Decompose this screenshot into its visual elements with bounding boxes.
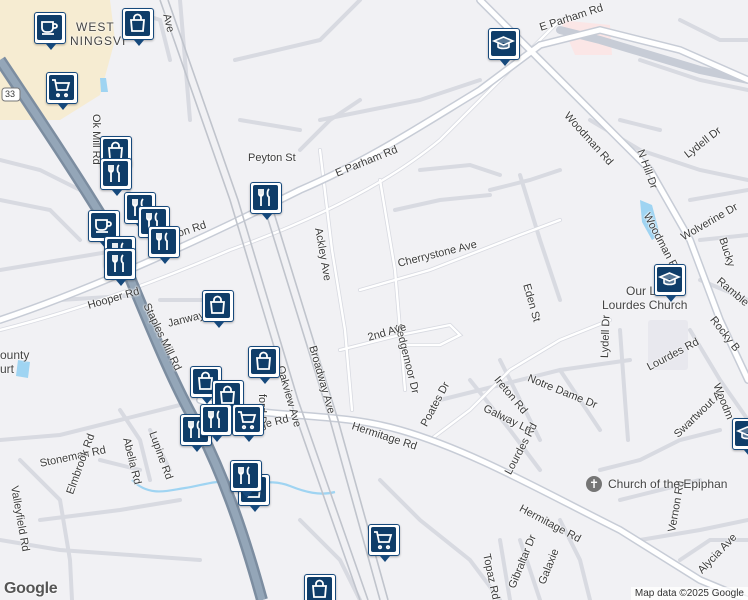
pond-tiny xyxy=(100,78,108,92)
pin-cart-top[interactable] xyxy=(46,72,78,110)
place-label-church-epiphany: Church of the Epiphan xyxy=(608,477,728,491)
pin-cart-bottom[interactable] xyxy=(368,524,400,562)
pin-school-top[interactable] xyxy=(488,28,520,66)
place-label-henrico: NINGSVI xyxy=(70,34,127,48)
map-attribution[interactable]: Map data ©2025 Google xyxy=(630,587,748,600)
pin-coffee-top[interactable] xyxy=(34,12,66,50)
map-canvas[interactable]: E Parham Rd E Parham Rd Woodman Rd Woodm… xyxy=(0,0,748,600)
pin-school-right[interactable] xyxy=(654,264,686,302)
pin-restaurant-4[interactable] xyxy=(148,226,180,264)
pin-school-edge[interactable] xyxy=(732,418,748,456)
pin-restaurant-7[interactable] xyxy=(250,182,282,220)
church-icon: ✝ xyxy=(586,476,602,492)
pin-restaurant-6[interactable] xyxy=(104,248,136,286)
road-label-lydell-dr-right: Lydell Dr xyxy=(599,314,613,359)
pin-shopping-janway[interactable] xyxy=(202,290,234,328)
route-33-shield-label: 33 xyxy=(5,89,16,99)
pin-cart-hermitage[interactable] xyxy=(232,404,264,442)
place-label-court: urt xyxy=(0,362,15,376)
road-label-peyton-st: Peyton St xyxy=(248,152,296,164)
pin-restaurant-1[interactable] xyxy=(100,158,132,196)
google-logo: Google xyxy=(4,580,58,597)
pin-shopping-oakview[interactable] xyxy=(248,346,280,384)
place-label-county: ounty xyxy=(0,348,30,362)
pin-restaurant-hermitage2[interactable] xyxy=(200,404,232,442)
hermitage-road xyxy=(196,396,748,600)
pin-shopping-bottom[interactable] xyxy=(304,574,336,600)
pin-shopping-top[interactable] xyxy=(122,8,154,46)
pond-small xyxy=(16,360,30,378)
pin-restaurant-lower[interactable] xyxy=(230,460,262,498)
place-label-west: WEST xyxy=(76,20,115,34)
